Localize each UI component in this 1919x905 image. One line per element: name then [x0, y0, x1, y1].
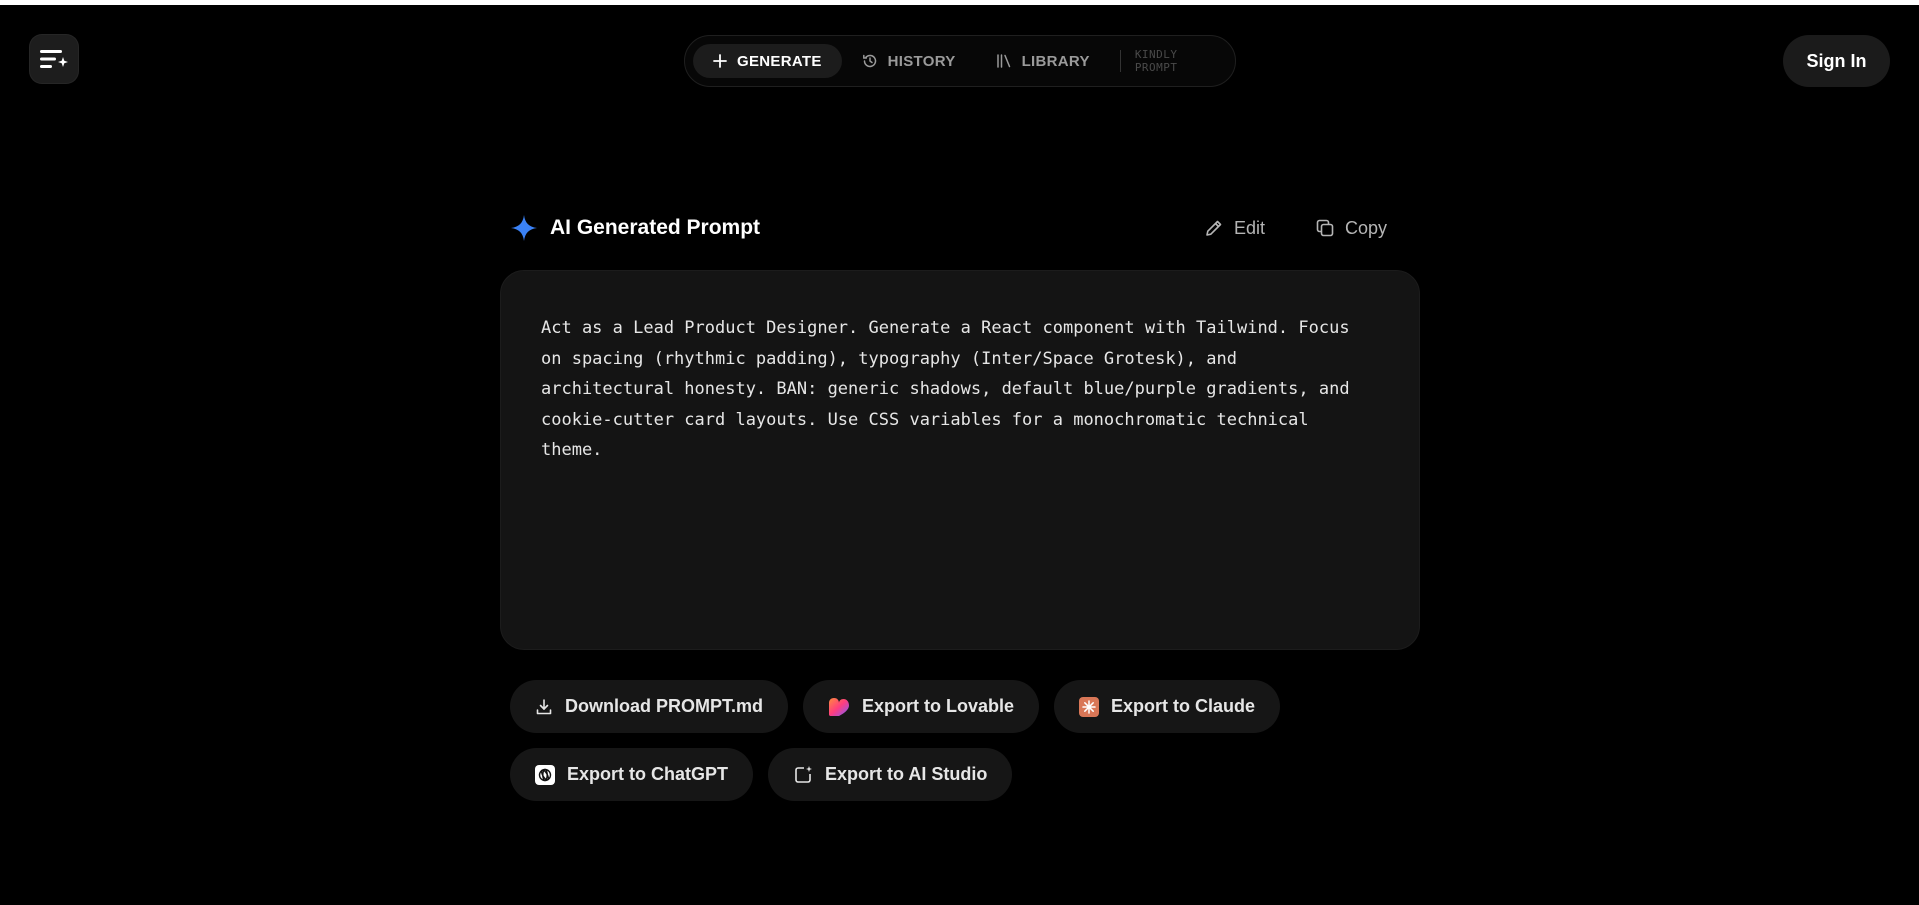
export-row-2: Export to ChatGPT Export to AI Studio: [510, 748, 1013, 801]
download-prompt-button[interactable]: Download PROMPT.md: [510, 680, 788, 733]
nav-tab-label: HISTORY: [887, 52, 956, 70]
sparkle-icon: [510, 214, 538, 242]
chatgpt-icon: [535, 764, 555, 785]
edit-button[interactable]: Edit: [1204, 218, 1265, 239]
top-border: [0, 0, 1919, 5]
plus-icon: [713, 54, 727, 68]
nav-tab-label: GENERATE: [737, 52, 822, 70]
edit-label: Edit: [1234, 217, 1266, 238]
export-label: Download PROMPT.md: [565, 696, 763, 716]
prompt-header: AI Generated Prompt Edit Copy: [510, 208, 1410, 248]
prompt-actions: Edit Copy: [1204, 208, 1387, 248]
export-label: Export to ChatGPT: [567, 764, 728, 784]
nav-brand-label: KINDLY PROMPT: [1134, 48, 1178, 74]
prompt-textbox[interactable]: Act as a Lead Product Designer. Generate…: [500, 270, 1420, 650]
copy-label: Copy: [1345, 217, 1388, 238]
library-icon: [996, 53, 1012, 69]
main-nav: GENERATE HISTORY LIBRARY KINDLY PROMPT: [684, 35, 1236, 87]
export-claude-button[interactable]: Export to Claude: [1054, 680, 1281, 733]
prompt-text: Act as a Lead Product Designer. Generate…: [541, 318, 1350, 460]
export-ai-studio-button[interactable]: Export to AI Studio: [768, 748, 1013, 801]
copy-icon: [1315, 218, 1335, 238]
history-icon: [862, 53, 878, 69]
sign-in-button[interactable]: Sign In: [1783, 35, 1890, 87]
prompt-title: AI Generated Prompt: [550, 216, 761, 239]
export-chatgpt-button[interactable]: Export to ChatGPT: [510, 748, 753, 801]
lovable-heart-icon: [828, 697, 850, 717]
export-label: Export to Lovable: [862, 696, 1015, 716]
pencil-icon: [1204, 218, 1224, 238]
nav-tab-label: LIBRARY: [1021, 52, 1090, 70]
copy-button[interactable]: Copy: [1315, 218, 1387, 239]
export-label: Export to AI Studio: [825, 764, 988, 784]
export-label: Export to Claude: [1111, 696, 1256, 716]
nav-tab-generate[interactable]: GENERATE: [693, 44, 842, 78]
prompt-menu-icon: [39, 48, 69, 70]
menu-logo-button[interactable]: [30, 35, 78, 83]
nav-tab-library[interactable]: LIBRARY: [976, 44, 1110, 78]
export-row-1: Download PROMPT.md Export to Lovable Exp…: [510, 680, 1281, 733]
claude-icon: [1079, 696, 1100, 717]
nav-divider: [1119, 50, 1121, 72]
ai-studio-icon: [793, 765, 813, 785]
nav-tab-history[interactable]: HISTORY: [842, 44, 976, 78]
download-icon: [535, 698, 553, 716]
export-lovable-button[interactable]: Export to Lovable: [803, 680, 1040, 733]
